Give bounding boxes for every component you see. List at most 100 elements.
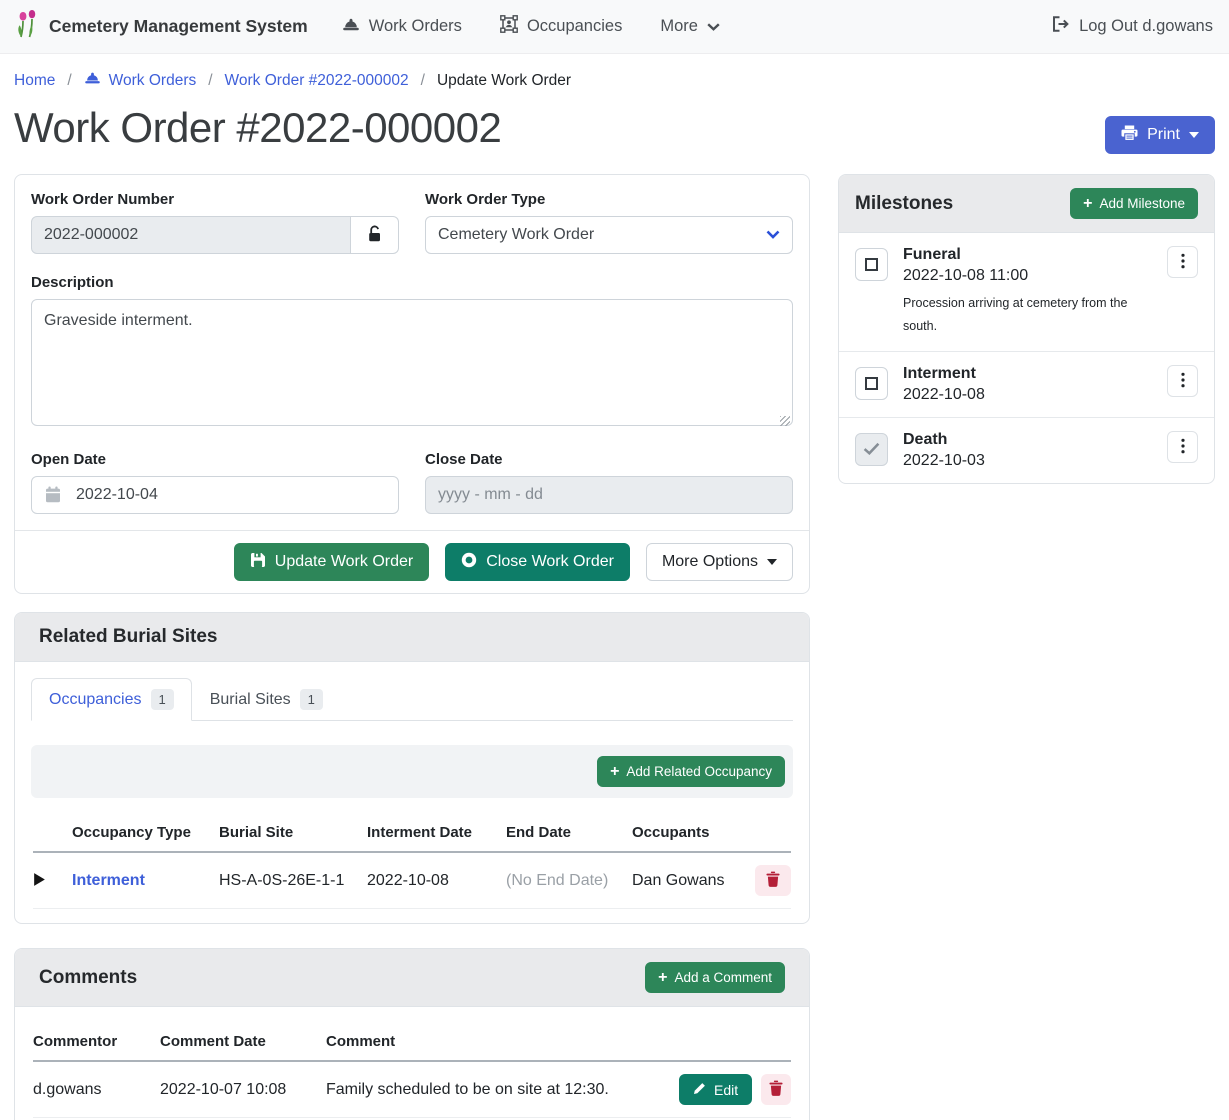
col-header-end-date: End Date bbox=[506, 824, 632, 841]
nav-item-more[interactable]: More bbox=[660, 17, 720, 36]
play-icon bbox=[33, 872, 46, 890]
row-expander-button[interactable] bbox=[33, 872, 46, 890]
tab-burial-sites-label: Burial Sites bbox=[210, 691, 291, 709]
milestone-title: Interment bbox=[903, 365, 1152, 383]
close-date-input[interactable] bbox=[425, 476, 793, 514]
update-work-order-label: Update Work Order bbox=[275, 553, 413, 571]
tab-burial-sites[interactable]: Burial Sites 1 bbox=[192, 678, 341, 721]
open-date-label: Open Date bbox=[31, 451, 399, 468]
kebab-menu-icon bbox=[1181, 253, 1185, 272]
comments-title: Comments bbox=[39, 967, 137, 989]
edit-comment-button[interactable]: Edit bbox=[679, 1074, 752, 1105]
resize-handle[interactable] bbox=[780, 416, 790, 426]
check-icon bbox=[863, 442, 880, 458]
nav-item-work-orders[interactable]: Work Orders bbox=[342, 17, 462, 37]
work-order-type-select[interactable]: Cemetery Work Order bbox=[425, 216, 793, 254]
add-milestone-label: Add Milestone bbox=[1099, 196, 1185, 211]
milestone-item: Death 2022-10-03 bbox=[839, 417, 1214, 483]
milestone-description: Procession arriving at cemetery from the… bbox=[903, 292, 1128, 338]
add-milestone-button[interactable]: + Add Milestone bbox=[1070, 188, 1198, 219]
interment-date-cell: 2022-10-08 bbox=[367, 872, 506, 890]
more-options-label: More Options bbox=[662, 553, 758, 571]
col-header-occupancy-type: Occupancy Type bbox=[72, 824, 219, 841]
description-textarea[interactable]: Graveside interment. bbox=[31, 299, 793, 426]
milestone-checkbox[interactable] bbox=[855, 248, 888, 281]
occupancy-type-link[interactable]: Interment bbox=[72, 872, 145, 889]
app-brand[interactable]: Cemetery Management System bbox=[16, 9, 308, 44]
hard-hat-icon bbox=[342, 17, 360, 37]
nav-label-occupancies: Occupancies bbox=[527, 17, 622, 36]
print-button[interactable]: Print bbox=[1105, 116, 1215, 154]
breadcrumb-separator: / bbox=[67, 72, 71, 90]
trash-icon bbox=[766, 871, 780, 890]
occupancy-plot-icon bbox=[500, 15, 518, 38]
related-burial-sites-title: Related Burial Sites bbox=[39, 626, 217, 648]
milestone-menu-button[interactable] bbox=[1167, 246, 1198, 278]
nav-label-more: More bbox=[660, 17, 698, 36]
work-order-number-input[interactable] bbox=[31, 216, 351, 254]
add-related-occupancy-label: Add Related Occupancy bbox=[626, 764, 772, 779]
breadcrumb-work-order-number-label: Work Order #2022-000002 bbox=[225, 72, 409, 90]
occupancies-toolbar: + Add Related Occupancy bbox=[31, 745, 793, 798]
close-date-label: Close Date bbox=[425, 451, 793, 468]
chevron-down-icon bbox=[766, 226, 780, 244]
logout-icon bbox=[1052, 16, 1070, 37]
logout-label: Log Out d.gowans bbox=[1079, 17, 1213, 36]
related-tabs: Occupancies 1 Burial Sites 1 bbox=[31, 678, 793, 721]
kebab-menu-icon bbox=[1181, 372, 1185, 391]
milestones-title: Milestones bbox=[855, 193, 953, 215]
tab-burial-sites-count-badge: 1 bbox=[300, 689, 323, 710]
col-header-occupants: Occupants bbox=[632, 824, 751, 841]
milestone-menu-button[interactable] bbox=[1167, 431, 1198, 463]
nav-item-occupancies[interactable]: Occupancies bbox=[500, 15, 622, 38]
breadcrumb-work-orders[interactable]: Work Orders bbox=[84, 71, 197, 90]
open-date-input[interactable] bbox=[31, 476, 399, 514]
record-circle-icon bbox=[461, 552, 477, 573]
breadcrumb-work-orders-label: Work Orders bbox=[109, 72, 197, 90]
page-title: Work Order #2022-000002 bbox=[14, 104, 501, 152]
nav-items: Work Orders Occupancies More bbox=[342, 15, 720, 38]
print-label: Print bbox=[1147, 126, 1180, 144]
col-header-interment-date: Interment Date bbox=[367, 824, 506, 841]
close-work-order-button[interactable]: Close Work Order bbox=[445, 543, 630, 581]
breadcrumb-current: Update Work Order bbox=[437, 72, 571, 90]
milestone-item: Funeral 2022-10-08 11:00 Procession arri… bbox=[839, 233, 1214, 351]
logout-button[interactable]: Log Out d.gowans bbox=[1052, 16, 1213, 37]
delete-comment-button[interactable] bbox=[761, 1074, 791, 1105]
work-order-type-value: Cemetery Work Order bbox=[438, 226, 594, 244]
milestones-card: Milestones + Add Milestone Funeral 2022-… bbox=[838, 174, 1215, 484]
caret-down-icon bbox=[1189, 132, 1199, 138]
description-label: Description bbox=[31, 274, 793, 291]
chevron-down-icon bbox=[707, 17, 720, 36]
nav-label-work-orders: Work Orders bbox=[369, 17, 462, 36]
milestone-title: Funeral bbox=[903, 246, 1152, 264]
milestone-checkbox[interactable] bbox=[855, 367, 888, 400]
pencil-icon bbox=[693, 1082, 706, 1098]
tab-occupancies[interactable]: Occupancies 1 bbox=[31, 678, 192, 721]
work-order-type-label: Work Order Type bbox=[425, 191, 793, 208]
add-comment-button[interactable]: + Add a Comment bbox=[645, 962, 785, 993]
tulips-logo-icon bbox=[16, 9, 39, 44]
occupancies-table: Occupancy Type Burial Site Interment Dat… bbox=[15, 798, 809, 923]
col-header-burial-site: Burial Site bbox=[219, 824, 367, 841]
breadcrumb-home[interactable]: Home bbox=[14, 72, 55, 90]
unlock-button[interactable] bbox=[351, 216, 399, 254]
edit-comment-label: Edit bbox=[714, 1082, 738, 1098]
update-work-order-button[interactable]: Update Work Order bbox=[234, 543, 429, 581]
milestone-checkbox[interactable] bbox=[855, 433, 888, 466]
breadcrumb-work-order-number[interactable]: Work Order #2022-000002 bbox=[225, 72, 409, 90]
comment-table-row: d.gowans 2022-10-07 10:08 Family schedul… bbox=[33, 1062, 791, 1118]
comment-cell: Family scheduled to be on site at 12:30. bbox=[326, 1081, 679, 1099]
more-options-button[interactable]: More Options bbox=[646, 543, 793, 581]
printer-icon bbox=[1121, 125, 1138, 146]
breadcrumb-separator: / bbox=[421, 72, 425, 90]
occupants-cell: Dan Gowans bbox=[632, 872, 751, 890]
milestone-menu-button[interactable] bbox=[1167, 365, 1198, 397]
add-related-occupancy-button[interactable]: + Add Related Occupancy bbox=[597, 756, 785, 787]
hard-hat-icon bbox=[84, 71, 101, 90]
milestone-title: Death bbox=[903, 431, 1152, 449]
plus-icon: + bbox=[658, 970, 667, 986]
plus-icon: + bbox=[1083, 196, 1092, 212]
top-navbar: Cemetery Management System Work Orders bbox=[0, 0, 1229, 54]
delete-occupancy-button[interactable] bbox=[755, 865, 791, 896]
